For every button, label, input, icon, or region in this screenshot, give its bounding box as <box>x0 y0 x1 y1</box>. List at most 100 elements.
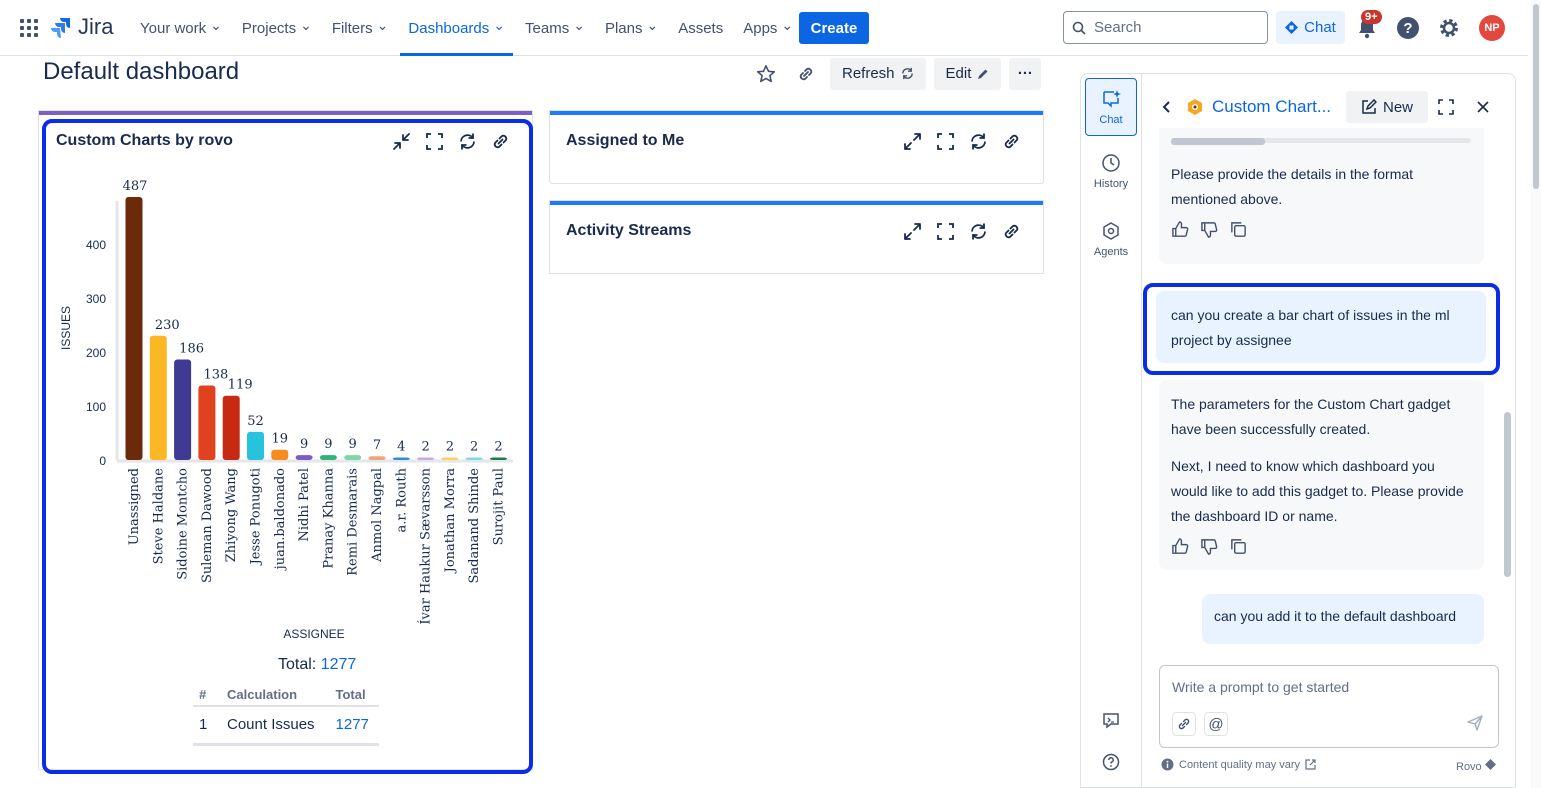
agents-icon <box>1103 222 1119 240</box>
thumbs-down-icon[interactable] <box>1200 537 1219 556</box>
chat-sparkle-icon <box>1103 89 1121 108</box>
chevron-down-icon: ⌄ <box>573 16 585 33</box>
help-circle-icon[interactable] <box>1102 753 1120 771</box>
chat-title[interactable]: Custom Chart... <box>1212 97 1331 117</box>
nav-item-dashboards[interactable]: Dashboards ⌄ <box>398 0 515 56</box>
notification-badge: 9+ <box>1361 10 1382 24</box>
rovo-side-rail: Chat History Agents <box>1080 73 1142 788</box>
chat-header: Custom Chart... <box>1160 90 1331 124</box>
attach-link-icon[interactable] <box>1172 712 1196 736</box>
app-switcher-icon[interactable] <box>20 19 38 37</box>
refresh-icon[interactable] <box>968 221 989 242</box>
nav-menu: Your work ⌄ Projects ⌄ Filters ⌄ Dashboards ⌄ Te… <box>130 0 803 56</box>
message-text: Next, I need to know which dashboard you… <box>1171 458 1464 524</box>
create-button[interactable]: Create <box>799 12 869 44</box>
refresh-label: Refresh <box>842 65 895 82</box>
gadget-color-bar <box>39 111 532 115</box>
copy-icon[interactable] <box>1229 220 1248 239</box>
chevron-down-icon: ⌄ <box>300 16 312 33</box>
chat-messages: Please provide the details in the format… <box>1143 128 1503 644</box>
nav-item-plans[interactable]: Plans ⌄ <box>595 0 668 56</box>
info-icon <box>1161 758 1174 771</box>
copy-link-button[interactable] <box>790 58 822 90</box>
user-message: can you add it to the default dashboard <box>1202 594 1484 644</box>
chart-highlight-frame <box>42 119 533 774</box>
gadget-title: Assigned to Me <box>566 132 685 149</box>
prompt-tools: @ <box>1172 712 1228 736</box>
prompt-placeholder: Write a prompt to get started <box>1172 679 1350 695</box>
gadget-controls <box>902 131 1022 152</box>
logo-text: Jira <box>78 14 114 39</box>
mention-icon[interactable]: @ <box>1204 712 1228 736</box>
link-icon[interactable] <box>1001 221 1022 242</box>
nav-item-assets[interactable]: Assets <box>668 0 733 56</box>
send-icon[interactable] <box>1466 714 1484 732</box>
edit-button[interactable]: Edit <box>933 57 1002 90</box>
rail-chat[interactable]: Chat <box>1085 78 1137 136</box>
rail-label: Agents <box>1093 246 1129 258</box>
refresh-icon[interactable] <box>968 131 989 152</box>
page-title: Default dashboard <box>43 58 240 85</box>
refresh-button[interactable]: Refresh <box>830 57 926 90</box>
dashboard-actions: Refresh Edit ··· <box>750 57 1042 90</box>
external-link-icon <box>1305 759 1316 770</box>
expand-panel-icon[interactable] <box>1437 98 1455 116</box>
feedback-icon[interactable] <box>1102 711 1120 729</box>
chevron-down-icon: ⌄ <box>376 16 389 33</box>
copy-icon[interactable] <box>1229 537 1248 556</box>
prompt-input[interactable]: Write a prompt to get started @ <box>1159 665 1499 748</box>
nav-item-apps[interactable]: Apps ⌄ <box>733 0 803 56</box>
star-button[interactable] <box>750 58 782 90</box>
thumbs-up-icon[interactable] <box>1171 537 1190 556</box>
thumbs-down-icon[interactable] <box>1200 220 1219 239</box>
expand-icon[interactable] <box>902 131 923 152</box>
gadget-controls <box>902 221 1022 242</box>
jira-icon <box>51 18 70 38</box>
rovo-logo-icon <box>1484 759 1496 770</box>
star-icon <box>756 64 776 82</box>
clock-icon <box>1102 154 1120 172</box>
chart-agent-icon <box>1188 99 1202 115</box>
new-chat-button[interactable]: New <box>1346 91 1428 123</box>
user-avatar[interactable]: NP <box>1479 15 1505 41</box>
nav-item-label: Your work <box>140 19 207 37</box>
refresh-icon <box>901 67 913 80</box>
nav-item-your-work[interactable]: Your work ⌄ <box>130 0 232 56</box>
message-reactions <box>1171 537 1472 556</box>
thumbs-up-icon[interactable] <box>1171 220 1190 239</box>
fullscreen-icon[interactable] <box>935 131 956 152</box>
settings-gear-icon[interactable] <box>1438 17 1460 39</box>
nav-item-filters[interactable]: Filters ⌄ <box>322 0 399 56</box>
more-actions-button[interactable]: ··· <box>1009 57 1042 90</box>
chat-button[interactable]: Chat <box>1276 11 1345 44</box>
rail-agents[interactable]: Agents <box>1085 221 1137 258</box>
back-chevron-icon[interactable] <box>1160 100 1174 114</box>
page-scrollbar-thumb[interactable] <box>1533 4 1539 189</box>
nav-item-teams[interactable]: Teams ⌄ <box>515 0 595 56</box>
message-reactions <box>1171 220 1472 239</box>
fullscreen-icon[interactable] <box>935 221 956 242</box>
chat-label: Chat <box>1304 19 1336 36</box>
close-icon[interactable] <box>1476 100 1490 114</box>
expand-icon[interactable] <box>902 221 923 242</box>
gadget-title: Activity Streams <box>566 222 692 239</box>
rovo-brand: Rovo <box>1456 759 1496 773</box>
search-input[interactable]: Search <box>1063 11 1268 44</box>
rovo-brand-text: Rovo <box>1456 761 1482 773</box>
jira-logo[interactable]: Jira <box>50 14 113 40</box>
help-icon[interactable]: ? <box>1397 17 1419 39</box>
nav-item-label: Dashboards <box>408 19 490 37</box>
nav-item-projects[interactable]: Projects ⌄ <box>232 0 322 56</box>
link-icon[interactable] <box>1001 131 1022 152</box>
page-scrollbar[interactable] <box>1531 0 1541 788</box>
search-placeholder: Search <box>1094 19 1142 36</box>
new-label: New <box>1382 98 1413 116</box>
footnote-text[interactable]: Content quality may vary <box>1179 759 1300 771</box>
edit-label: Edit <box>945 65 972 82</box>
message-text: Please provide the details in the format… <box>1171 166 1414 207</box>
nav-item-label: Assets <box>678 19 724 37</box>
nav-item-label: Projects <box>241 19 297 37</box>
scroll-placeholder-thumb <box>1171 138 1265 145</box>
chat-scrollbar[interactable] <box>1504 412 1511 577</box>
rail-history[interactable]: History <box>1085 153 1137 190</box>
